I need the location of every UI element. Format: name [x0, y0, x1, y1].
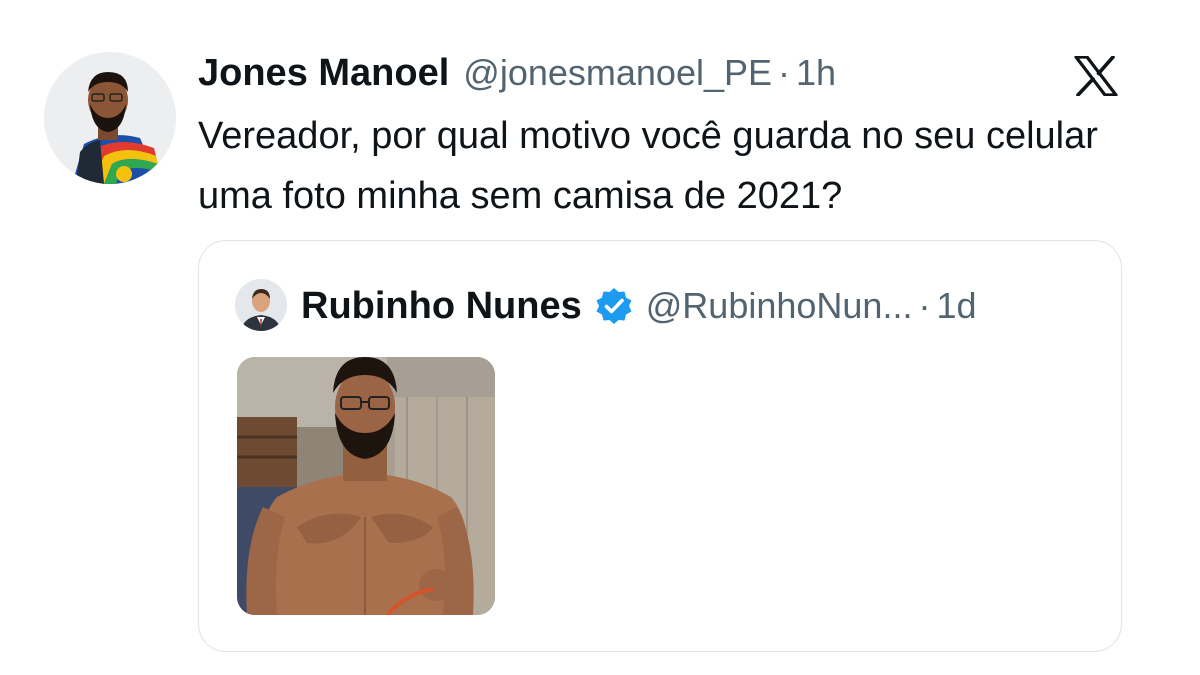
separator-dot: ·	[778, 52, 791, 93]
quoted-author-name[interactable]: Rubinho Nunes	[301, 285, 582, 328]
tweet-header: Jones Manoel @jonesmanoel_PE · 1h	[198, 52, 836, 100]
tweet-text: Vereador, por qual motivo você guarda no…	[198, 115, 1098, 217]
author-handle[interactable]: @jonesmanoel_PE	[463, 52, 772, 94]
author-avatar[interactable]	[44, 52, 176, 184]
quoted-tweet-photo[interactable]	[237, 357, 495, 615]
verified-badge-icon	[596, 288, 632, 324]
quoted-tweet-time[interactable]: 1d	[936, 285, 976, 327]
tweet-time[interactable]: 1h	[796, 52, 836, 94]
quoted-separator-dot: ·	[918, 285, 931, 326]
quoted-author-handle[interactable]: @RubinhoNun...	[646, 285, 913, 327]
x-logo-icon	[1074, 55, 1118, 97]
quoted-author-avatar[interactable]	[235, 279, 287, 331]
quoted-tweet-header: Rubinho Nunes @RubinhoNun... · 1d	[301, 279, 977, 333]
author-name[interactable]: Jones Manoel	[198, 52, 449, 95]
quoted-tweet-card[interactable]: Rubinho Nunes @RubinhoNun... · 1d	[198, 240, 1122, 652]
